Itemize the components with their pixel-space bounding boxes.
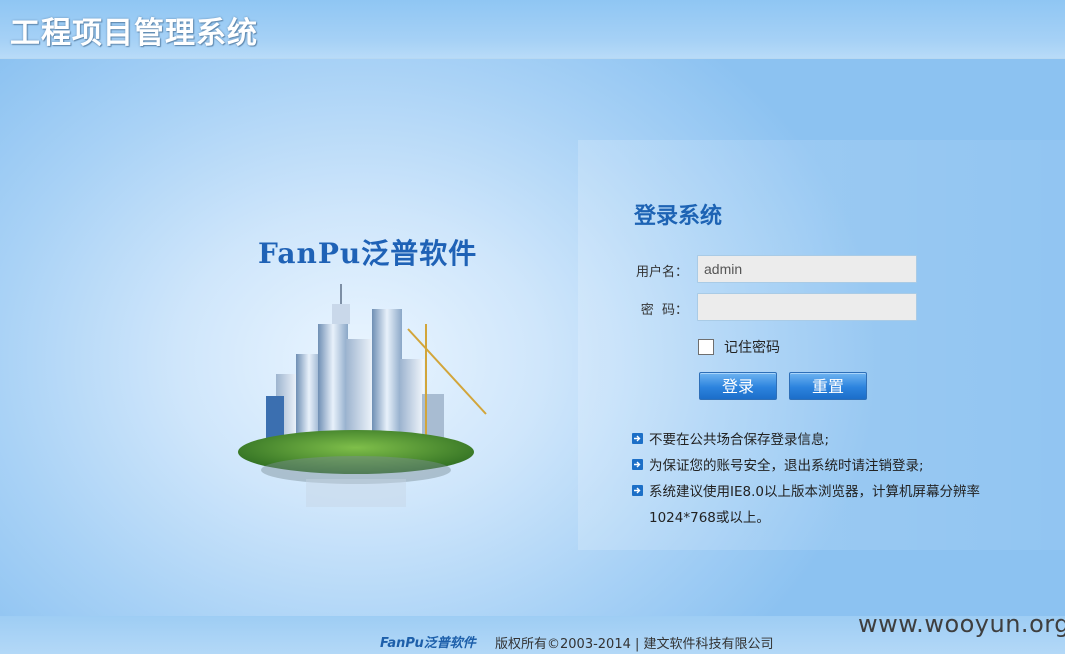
reset-button[interactable]: 重置 bbox=[789, 372, 867, 400]
tip-text: 系统建议使用IE8.0以上版本浏览器，计算机屏幕分辨率1024*768或以上。 bbox=[649, 484, 980, 526]
footer-brand: FanPu泛普软件 bbox=[380, 636, 476, 651]
login-button[interactable]: 登录 bbox=[699, 372, 777, 400]
tip-text: 不要在公共场合保存登录信息; bbox=[649, 432, 830, 448]
list-item: 系统建议使用IE8.0以上版本浏览器，计算机屏幕分辨率1024*768或以上。 bbox=[632, 479, 1022, 531]
city-island-illustration bbox=[238, 284, 487, 507]
app-title: 工程项目管理系统 bbox=[10, 16, 258, 51]
login-title: 登录系统 bbox=[634, 204, 723, 229]
remember-checkbox[interactable] bbox=[698, 339, 714, 355]
brand-logo-text: FanPu泛普软件 bbox=[258, 237, 478, 270]
watermark: www.wooyun.org bbox=[858, 610, 1065, 638]
list-item: 为保证您的账号安全，退出系统时请注销登录; bbox=[632, 453, 1022, 479]
password-label: 密 码： bbox=[640, 303, 688, 318]
remember-password[interactable]: 记住密码 bbox=[698, 337, 780, 357]
header-bar: 工程项目管理系统 bbox=[0, 0, 1065, 59]
tip-text: 为保证您的账号安全，退出系统时请注销登录; bbox=[649, 458, 924, 474]
remember-label: 记住密码 bbox=[724, 340, 780, 356]
tips-list: 不要在公共场合保存登录信息; 为保证您的账号安全，退出系统时请注销登录; 系统建… bbox=[632, 427, 1022, 531]
username-label: 用户名： bbox=[635, 265, 688, 280]
footer-copyright: 版权所有©2003-2014 | 建文软件科技有限公司 bbox=[495, 637, 774, 652]
username-input[interactable] bbox=[697, 255, 917, 283]
arrow-right-icon bbox=[632, 459, 643, 470]
arrow-right-icon bbox=[632, 485, 643, 496]
arrow-right-icon bbox=[632, 433, 643, 444]
list-item: 不要在公共场合保存登录信息; bbox=[632, 427, 1022, 453]
password-input[interactable] bbox=[697, 293, 917, 321]
